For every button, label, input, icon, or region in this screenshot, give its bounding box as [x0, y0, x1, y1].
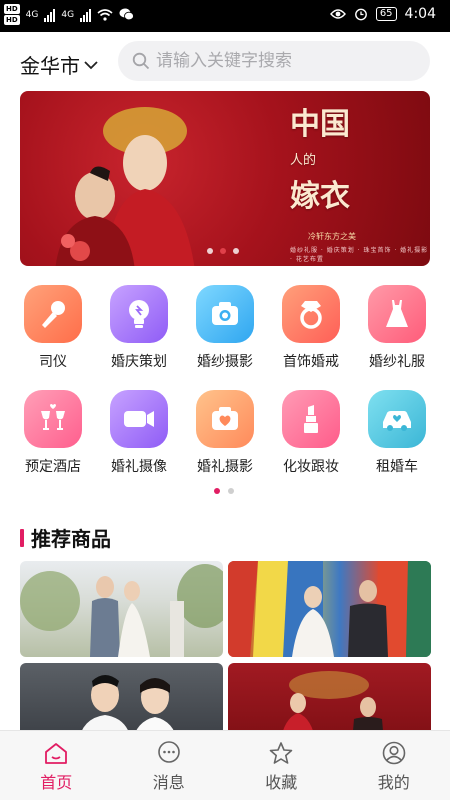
- category-jewelry-rings[interactable]: 首饰婚戒: [266, 285, 356, 371]
- city-selector[interactable]: 金华市: [20, 50, 98, 79]
- tab-messages[interactable]: 消息: [113, 731, 226, 800]
- page-dot[interactable]: [228, 488, 234, 494]
- heart-camera-icon: [196, 390, 254, 448]
- category-pagination: [214, 488, 234, 494]
- top-header: 金华市: [0, 32, 450, 90]
- alarm-icon: [354, 8, 367, 21]
- status-right: 65 4:04: [329, 6, 436, 22]
- category-label: 预定酒店: [25, 459, 81, 475]
- lipstick-icon: [282, 390, 340, 448]
- wifi-icon: [97, 8, 113, 21]
- search-input[interactable]: [156, 51, 416, 71]
- category-wedding-dress[interactable]: 婚纱礼服: [352, 285, 442, 371]
- category-wedding-video[interactable]: 婚礼摄像: [94, 390, 184, 476]
- category-wedding-planning[interactable]: 婚庆策划: [94, 285, 184, 371]
- hd-badge: HD: [4, 4, 20, 14]
- banner-pagination: [207, 248, 239, 254]
- category-hotel-booking[interactable]: 预定酒店: [8, 390, 98, 476]
- dress-icon: [368, 285, 426, 343]
- category-bridal-photo[interactable]: 婚纱摄影: [180, 285, 270, 371]
- tab-label: 首页: [40, 773, 73, 792]
- home-screen: HD HD 4G 4G 65 4:04 金华市 请输入关键字搜索 中国 人的 嫁…: [0, 0, 450, 800]
- camera-icon: [196, 285, 254, 343]
- wine-glasses-icon: [24, 390, 82, 448]
- signal-icon: [44, 8, 56, 22]
- diamond-ring-icon: [282, 285, 340, 343]
- section-title: 推荐商品: [31, 527, 111, 551]
- tab-profile[interactable]: 我的: [338, 731, 450, 800]
- network-type: 4G: [61, 9, 75, 20]
- tab-label: 收藏: [265, 773, 298, 792]
- banner-dot[interactable]: [233, 248, 239, 254]
- banner-couple-image: [55, 107, 195, 266]
- network-type: 4G: [25, 9, 39, 20]
- category-label: 化妆跟妆: [283, 459, 339, 475]
- banner-dot[interactable]: [207, 248, 213, 254]
- banner-tagline: 冷轩东方之美: [308, 232, 356, 241]
- product-image: [228, 561, 431, 657]
- search-bar[interactable]: [118, 41, 430, 81]
- lightbulb-icon: [110, 285, 168, 343]
- eye-icon: [329, 9, 346, 19]
- clock: 4:04: [404, 6, 436, 22]
- hd-badge: HD: [4, 15, 20, 25]
- city-name: 金华市: [20, 54, 80, 78]
- promo-banner[interactable]: 中国 人的 嫁衣 冷轩东方之美 婚纱礼服 · 婚庆策划 · 珠宝首饰 · 婚礼摄…: [20, 91, 430, 266]
- product-image: [20, 564, 223, 657]
- status-bar: HD HD 4G 4G 65 4:04: [0, 0, 450, 32]
- wechat-icon: [119, 8, 134, 21]
- car-icon: [368, 390, 426, 448]
- search-icon: [132, 52, 150, 70]
- microphone-icon: [24, 285, 82, 343]
- category-label: 婚礼摄像: [111, 459, 167, 475]
- tab-label: 消息: [152, 773, 185, 792]
- category-label: 婚庆策划: [111, 354, 167, 370]
- category-makeup[interactable]: 化妆跟妆: [266, 390, 356, 476]
- chat-bubble-icon: [157, 741, 180, 763]
- category-label: 首饰婚戒: [283, 354, 339, 370]
- banner-dot-active[interactable]: [220, 248, 226, 254]
- section-accent-bar: [20, 528, 24, 547]
- category-car-rental[interactable]: 租婚车: [352, 390, 442, 476]
- battery-indicator: 65: [375, 7, 397, 21]
- tab-home[interactable]: 首页: [0, 731, 113, 800]
- bottom-tab-bar: 首页 消息 收藏 我的: [0, 730, 450, 800]
- category-host[interactable]: 司仪: [8, 285, 98, 371]
- product-card[interactable]: [228, 561, 431, 657]
- product-card[interactable]: [20, 561, 223, 657]
- banner-fineprint: 婚纱礼服 · 婚庆策划 · 珠宝首饰 · 婚礼摄影 · 花艺布置: [290, 247, 429, 263]
- home-icon: [45, 743, 68, 764]
- banner-title: 中国 人的 嫁衣: [290, 107, 350, 214]
- category-label: 婚纱礼服: [369, 354, 425, 370]
- video-camera-icon: [110, 390, 168, 448]
- category-label: 婚礼摄影: [197, 459, 253, 475]
- status-left: HD HD 4G 4G: [4, 4, 134, 25]
- tab-favorites[interactable]: 收藏: [225, 731, 338, 800]
- category-label: 司仪: [39, 354, 67, 370]
- category-label: 婚纱摄影: [197, 354, 253, 370]
- star-icon: [269, 742, 293, 764]
- category-wedding-photo[interactable]: 婚礼摄影: [180, 390, 270, 476]
- signal-icon: [80, 8, 92, 22]
- chevron-down-icon: [84, 60, 98, 69]
- tab-label: 我的: [377, 773, 410, 792]
- user-icon: [382, 741, 406, 765]
- page-dot-active[interactable]: [214, 488, 220, 494]
- section-heading: 推荐商品: [20, 523, 111, 552]
- category-label: 租婚车: [376, 459, 418, 475]
